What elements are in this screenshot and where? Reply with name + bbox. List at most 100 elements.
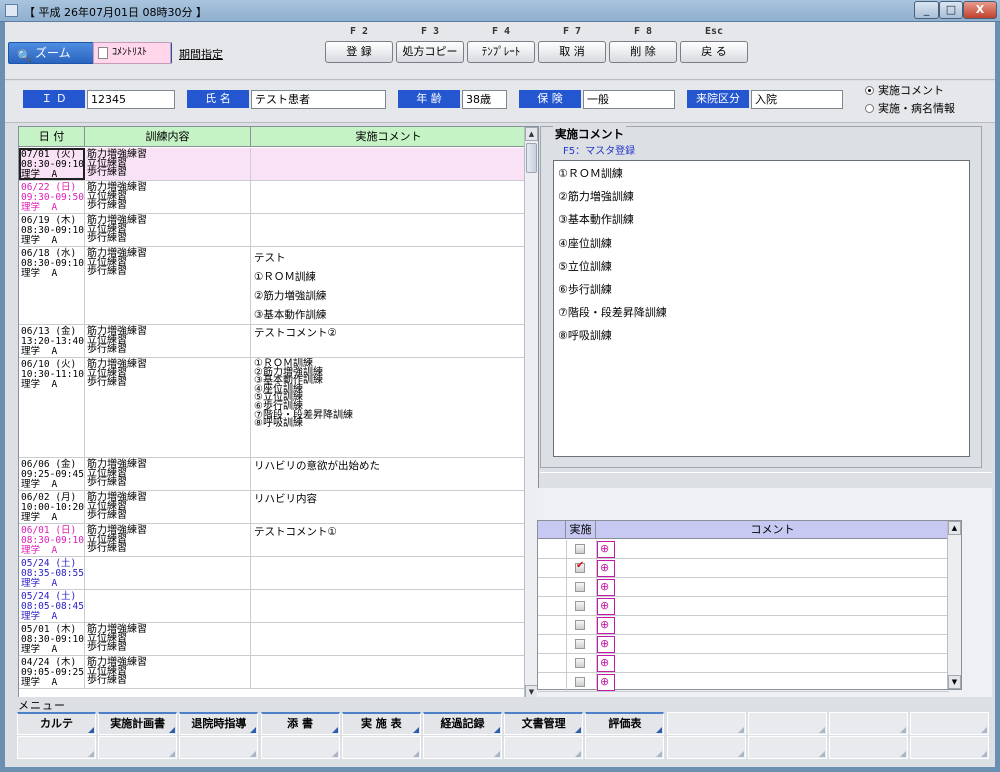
table-row[interactable]: 06/06 (金) 09:25-09:45 理学 A 筋力増強練習 立位練習 歩行練習 リハ… xyxy=(19,458,526,491)
history-header: 日 付 訓練内容 実施コメント xyxy=(19,127,526,147)
menu-button-empty[interactable] xyxy=(829,712,908,735)
check-row[interactable]: ⊕ xyxy=(538,616,949,635)
visit-type-field[interactable]: 入院 xyxy=(751,90,843,109)
menu-button-empty[interactable] xyxy=(910,736,990,759)
age-field[interactable]: 38歳 xyxy=(462,90,507,109)
table-row[interactable]: 06/13 (金) 13:20-13:40 理学 A 筋力増強練習 立位練習 歩行練習 テス… xyxy=(19,325,526,358)
check-row[interactable]: ⊕ xyxy=(538,635,949,654)
comment-master-item[interactable]: ①ＲＯＭ訓練 xyxy=(558,165,623,181)
master-register-link[interactable]: F5：マスタ登録 xyxy=(563,142,635,157)
menu-button-empty[interactable] xyxy=(17,736,96,759)
menu-button[interactable]: 実 施 表 xyxy=(341,712,421,735)
comment-master-item[interactable]: ④座位訓練 xyxy=(558,235,612,251)
check-row[interactable]: ⊕ xyxy=(538,578,949,597)
maximize-button[interactable]: □ xyxy=(939,1,963,19)
zoom-comment-button[interactable]: ⊕ xyxy=(597,636,615,653)
menu-button-empty[interactable] xyxy=(666,736,746,759)
comment-master-item[interactable]: ⑥歩行訓練 xyxy=(558,281,612,297)
check-row[interactable]: ⊕ xyxy=(538,673,949,692)
zoom-comment-button[interactable]: ⊕ xyxy=(597,598,615,615)
period-link[interactable]: 期間指定 xyxy=(179,46,223,62)
menu-button[interactable]: 実施計画書 xyxy=(98,712,178,735)
col-date: 日 付 xyxy=(19,127,85,146)
menu-button-empty[interactable] xyxy=(829,736,908,759)
radio-comment[interactable]: 実施コメント xyxy=(865,82,944,98)
comment-list-label: ｺﾒﾝﾄﾘｽﾄ xyxy=(112,47,147,58)
check-scrollbar[interactable]: ▲ ▼ xyxy=(947,521,961,689)
table-row[interactable]: 06/19 (木) 08:30-09:10 理学 A 筋力増強練習 立位練習 歩行練習 xyxy=(19,214,526,247)
check-row[interactable]: ⊕ xyxy=(538,540,949,559)
done-checkbox[interactable] xyxy=(575,560,585,573)
menu-button[interactable]: 評価表 xyxy=(585,712,665,735)
menu-button-empty[interactable] xyxy=(98,736,178,759)
check-row[interactable]: ⊕ xyxy=(538,597,949,616)
comment-master-item[interactable]: ②筋力増強訓練 xyxy=(558,188,634,204)
menu-button[interactable]: 経過記録 xyxy=(423,712,502,735)
zoom-comment-button[interactable]: ⊕ xyxy=(597,560,615,577)
table-row[interactable]: 06/22 (日) 09:30-09:50 理学 A 筋力増強練習 立位練習 歩行練習 xyxy=(19,181,526,214)
back-button[interactable]: 戻 る xyxy=(680,41,748,63)
menu-button-empty[interactable] xyxy=(910,712,990,735)
table-row[interactable]: 05/24 (土) 08:05-08:45 理学 A xyxy=(19,590,526,623)
menu-button-empty[interactable] xyxy=(585,736,665,759)
menu-button-empty[interactable] xyxy=(260,736,340,759)
comment-master-item[interactable]: ⑤立位訓練 xyxy=(558,258,612,274)
table-row[interactable]: 06/18 (水) 08:30-09:10 理学 A 筋力増強練習 立位練習 歩行練習 テス… xyxy=(19,247,526,325)
register-button[interactable]: 登 録 xyxy=(325,41,393,63)
table-row[interactable]: 04/24 (木) 09:05-09:25 理学 A 筋力増強練習 立位練習 歩行練習 xyxy=(19,656,526,689)
history-scrollbar[interactable]: ▲ ▼ xyxy=(524,127,538,699)
check-row[interactable]: ⊕ xyxy=(538,559,949,578)
menu-button[interactable]: カルテ xyxy=(17,712,96,735)
done-checkbox[interactable] xyxy=(575,677,585,687)
comment-master-item[interactable]: ③基本動作訓練 xyxy=(558,211,634,227)
id-field[interactable]: 12345 xyxy=(87,90,175,109)
menu-button[interactable]: 文書管理 xyxy=(504,712,584,735)
done-checkbox[interactable] xyxy=(575,639,585,649)
magnifier-icon: ⊕ xyxy=(600,561,610,574)
menu-button-empty[interactable] xyxy=(666,712,746,735)
table-row[interactable]: 06/02 (月) 10:00-10:20 理学 A 筋力増強練習 立位練習 歩行練習 リハ… xyxy=(19,491,526,524)
scroll-up-icon[interactable]: ▲ xyxy=(948,521,961,535)
menu-button-empty[interactable] xyxy=(179,736,259,759)
menu-button-empty[interactable] xyxy=(341,736,421,759)
name-field[interactable]: テスト患者 xyxy=(251,90,386,109)
table-row[interactable]: 06/01 (日) 08:30-09:10 理学 A 筋力増強練習 立位練習 歩行練習 テス… xyxy=(19,524,526,557)
age-label: 年 齢 xyxy=(398,90,460,108)
radio-disease-info[interactable]: 実施・病名情報 xyxy=(865,100,955,116)
menu-button-empty[interactable] xyxy=(747,736,827,759)
menu-button[interactable]: 退院時指導 xyxy=(179,712,259,735)
menu-button-empty[interactable] xyxy=(423,736,502,759)
insurance-field[interactable]: 一般 xyxy=(583,90,675,109)
menu-button[interactable]: 添 書 xyxy=(260,712,340,735)
done-checkbox[interactable] xyxy=(575,582,585,592)
training-item: 歩行練習 xyxy=(87,344,127,355)
done-checkbox[interactable] xyxy=(575,620,585,630)
comment-master-item[interactable]: ⑧呼吸訓練 xyxy=(558,327,612,343)
done-checkbox[interactable] xyxy=(575,544,585,554)
minimize-button[interactable]: _ xyxy=(914,1,939,19)
close-button[interactable]: X xyxy=(963,1,997,19)
zoom-comment-button[interactable]: ⊕ xyxy=(597,541,615,558)
zoom-comment-button[interactable]: ⊕ xyxy=(597,579,615,596)
zoom-comment-button[interactable]: ⊕ xyxy=(597,655,615,672)
done-checkbox[interactable] xyxy=(575,658,585,668)
zoom-comment-button[interactable]: ⊕ xyxy=(597,674,615,691)
scroll-thumb[interactable] xyxy=(526,143,537,173)
table-row[interactable]: 06/10 (火) 10:30-11:10 理学 A 筋力増強練習 立位練習 歩行練習 ①Ｒ… xyxy=(19,358,526,458)
menu-button-empty[interactable] xyxy=(504,736,584,759)
table-row[interactable]: 07/01 (火) 08:30-09:10 理学 A 筋力増強練習 立位練習 歩行練習 xyxy=(19,148,526,181)
cancel-button[interactable]: 取 消 xyxy=(538,41,606,63)
scroll-up-icon[interactable]: ▲ xyxy=(525,127,538,141)
menu-button-empty[interactable] xyxy=(747,712,827,735)
check-row[interactable]: ⊕ xyxy=(538,654,949,673)
template-button[interactable]: ﾃﾝﾌﾟﾚｰﾄ xyxy=(467,41,535,63)
comment-master-item[interactable]: ⑦階段・段差昇降訓練 xyxy=(558,304,667,320)
done-checkbox[interactable] xyxy=(575,601,585,611)
table-row[interactable]: 05/01 (木) 08:30-09:10 理学 A 筋力増強練習 立位練習 歩行練習 xyxy=(19,623,526,656)
rx-copy-button[interactable]: 処方コピー xyxy=(396,41,464,63)
delete-button[interactable]: 削 除 xyxy=(609,41,677,63)
comment-list-button[interactable]: ｺﾒﾝﾄﾘｽﾄ xyxy=(93,42,171,64)
table-row[interactable]: 05/24 (土) 08:35-08:55 理学 A xyxy=(19,557,526,590)
zoom-comment-button[interactable]: ⊕ xyxy=(597,617,615,634)
scroll-down-icon[interactable]: ▼ xyxy=(948,675,961,689)
